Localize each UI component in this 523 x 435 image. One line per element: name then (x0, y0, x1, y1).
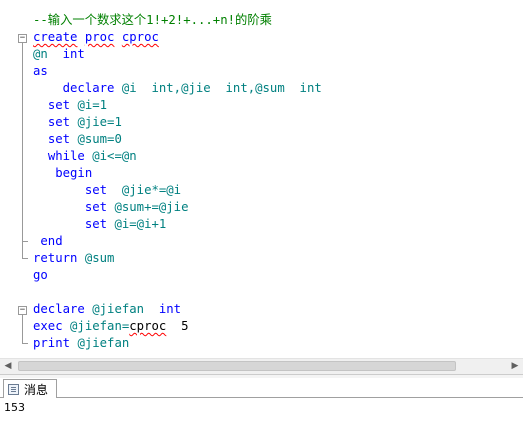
code-line-set-i-inc: set @i=@i+1 (33, 216, 166, 233)
return-keyword: return (33, 251, 78, 265)
scroll-right-icon[interactable]: ▶ (507, 359, 523, 374)
collapse-declare-icon[interactable]: − (18, 306, 27, 315)
set-i-inc-expr: @i=@i+1 (114, 217, 167, 231)
set-sum-expr: @sum=0 (77, 132, 122, 146)
print-keyword: print (33, 336, 71, 350)
end-keyword: end (40, 234, 63, 248)
scroll-left-icon[interactable]: ◀ (0, 359, 16, 374)
declare-keyword: declare (62, 81, 115, 95)
set-i-expr: @i=1 (77, 98, 108, 112)
tab-messages[interactable]: 消息 (3, 379, 58, 398)
scroll-thumb[interactable] (18, 361, 456, 371)
begin-keyword: begin (55, 166, 93, 180)
declared-variables: @i int,@jie int,@sum int (121, 81, 322, 95)
exec-keyword: exec (33, 319, 63, 333)
code-line-param: @n int (33, 46, 85, 63)
outline-guide (22, 43, 23, 258)
param-type: int (62, 47, 85, 61)
code-line-set-jie-mul: set @jie*=@i (33, 182, 181, 199)
set-keyword: set (84, 200, 108, 214)
exec-proc-name: cproc (129, 319, 167, 333)
code-line-set-jie: set @jie=1 (33, 114, 122, 131)
code-line-return: return @sum (33, 250, 114, 267)
return-variable: @sum (84, 251, 115, 265)
set-sum-add-expr: @sum+=@jie (114, 200, 189, 214)
exec-assign: @jiefan= (70, 319, 130, 333)
code-line-go: go (33, 267, 48, 284)
set-keyword: set (47, 115, 71, 129)
collapse-create-proc-icon[interactable]: − (18, 34, 27, 43)
set-jie-expr: @jie=1 (77, 115, 122, 129)
jiefan-variable: @jiefan (92, 302, 145, 316)
code-line-declare-vars: declare @i int,@jie int,@sum int (33, 80, 322, 97)
param-variable: @n (33, 47, 48, 61)
declare-keyword: declare (33, 302, 85, 316)
code-line-create: create proc cproc (33, 29, 159, 46)
code-line-print: print @jiefan (33, 335, 129, 352)
exec-argument: 5 (181, 319, 189, 333)
outline-guide (22, 315, 23, 343)
code-line-set-sum: set @sum=0 (33, 131, 122, 148)
set-keyword: set (84, 183, 108, 197)
while-condition: @i<=@n (92, 149, 137, 163)
code-line-as: as (33, 63, 48, 80)
as-keyword: as (33, 64, 48, 78)
code-line-end: end (33, 233, 63, 250)
outline-guide (22, 343, 28, 344)
code-line-set-i: set @i=1 (33, 97, 107, 114)
code-line-comment: --输入一个数求这个1!+2!+...+n!的阶乘 (33, 13, 272, 27)
proc-keyword: proc (84, 30, 115, 44)
code-line-declare-jiefan: declare @jiefan int (33, 301, 181, 318)
messages-icon (8, 383, 19, 395)
messages-pane: 153 (0, 398, 523, 435)
code-line-while: while @i<=@n (33, 148, 137, 165)
print-variable: @jiefan (77, 336, 130, 350)
set-jie-mul-expr: @jie*=@i (121, 183, 182, 197)
proc-name: cproc (121, 30, 159, 44)
int-keyword: int (158, 302, 182, 316)
set-keyword: set (47, 132, 71, 146)
scroll-track[interactable] (16, 361, 507, 371)
tab-messages-label: 消息 (24, 382, 49, 397)
horizontal-scrollbar[interactable]: ◀ ▶ (0, 358, 523, 374)
outline-guide (22, 258, 28, 259)
code-line-begin: begin (33, 165, 92, 182)
while-keyword: while (47, 149, 85, 163)
message-output: 153 (4, 401, 25, 414)
code-line-exec: exec @jiefan=cproc 5 (33, 318, 189, 335)
set-keyword: set (47, 98, 71, 112)
set-keyword: set (84, 217, 108, 231)
results-tab-bar: 消息 (0, 378, 523, 398)
go-keyword: go (33, 268, 48, 282)
code-line-set-sum-add: set @sum+=@jie (33, 199, 189, 216)
create-keyword: create (33, 30, 78, 44)
outline-guide (22, 241, 28, 242)
sql-editor[interactable]: − − --输入一个数求这个1!+2!+...+n!的阶乘 create pro… (0, 0, 523, 358)
